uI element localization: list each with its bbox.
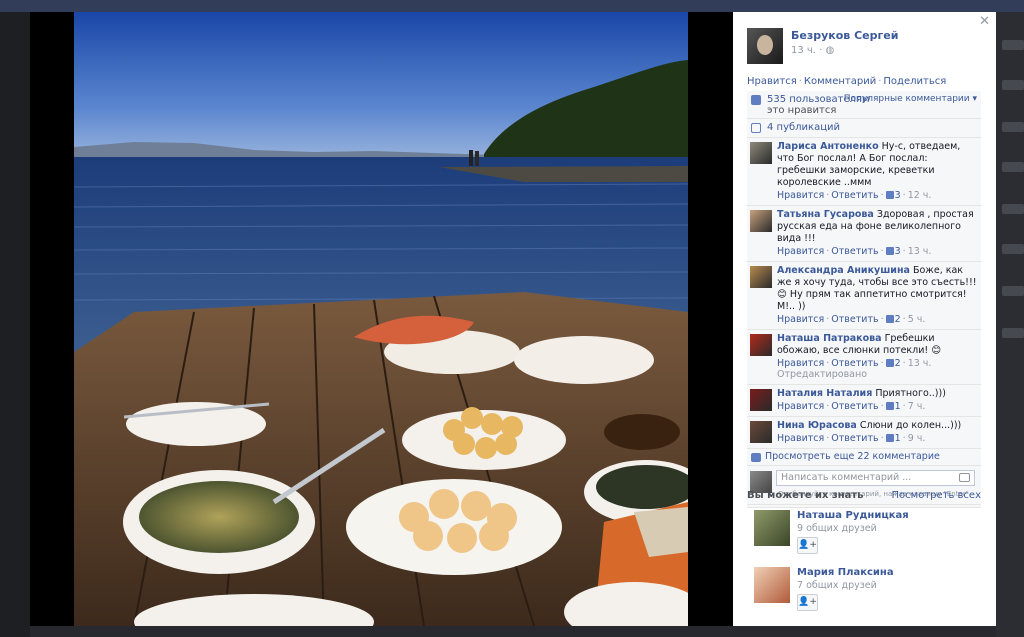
comment-button[interactable]: Комментарий bbox=[804, 76, 876, 87]
likes-suffix: это нравится bbox=[767, 105, 837, 116]
add-friend-icon: 👤+ bbox=[798, 597, 817, 607]
pymk-name[interactable]: Мария Плаксина bbox=[797, 567, 894, 578]
like-count-icon bbox=[885, 315, 894, 323]
comment-edited[interactable]: Отредактировано bbox=[777, 369, 977, 380]
comment-like-count[interactable]: 1 bbox=[895, 401, 901, 412]
divider bbox=[747, 504, 981, 505]
comment-like-button[interactable]: Нравится bbox=[777, 358, 824, 369]
comment-text: Приятного..))) bbox=[875, 388, 946, 399]
comment-item: Лариса Антоненко Ну-с, отведаем, что Бог… bbox=[747, 138, 981, 206]
author-name[interactable]: Безруков Сергей bbox=[791, 29, 898, 42]
post-actions: Нравится · Комментарий · Поделиться bbox=[747, 76, 947, 87]
comment-time[interactable]: 12 ч. bbox=[908, 190, 932, 201]
comments-icon bbox=[751, 453, 761, 462]
dimmed-background-right bbox=[996, 12, 1024, 637]
comment-item: Татьяна Гусарова Здоровая , простая русс… bbox=[747, 206, 981, 262]
comment-text: Слюни до колен...))) bbox=[859, 420, 962, 431]
commenter-avatar[interactable] bbox=[750, 142, 772, 164]
like-count-icon bbox=[885, 191, 894, 199]
comment-time[interactable]: 13 ч. bbox=[908, 358, 932, 369]
photo-viewer[interactable] bbox=[30, 12, 733, 626]
comment-reply-button[interactable]: Ответить bbox=[831, 314, 878, 325]
top-bar-overlay bbox=[0, 0, 1024, 12]
dimmed-background-left bbox=[0, 12, 30, 637]
comment-like-button[interactable]: Нравится bbox=[777, 433, 824, 444]
view-more-link[interactable]: Просмотреть еще 22 комментарие bbox=[765, 451, 940, 462]
comment-like-count[interactable]: 3 bbox=[895, 246, 901, 257]
comment-item: Александра Аникушина Боже, как же я хочу… bbox=[747, 262, 981, 330]
pymk-mutual-friends[interactable]: 9 общих друзей bbox=[797, 523, 877, 534]
comment-like-count[interactable]: 2 bbox=[895, 314, 901, 325]
view-more-comments[interactable]: Просмотреть еще 22 комментарие bbox=[747, 449, 981, 466]
author-avatar[interactable] bbox=[747, 28, 783, 64]
comment-item: Нина Юрасова Слюни до колен...))) Нравитс… bbox=[747, 417, 981, 449]
pymk-title: Вы можете их знать bbox=[747, 490, 864, 501]
commenter-avatar[interactable] bbox=[750, 266, 772, 288]
comment-like-count[interactable]: 1 bbox=[895, 433, 901, 444]
pymk-avatar[interactable] bbox=[754, 567, 790, 603]
commenter-name[interactable]: Наталия Наталия bbox=[777, 388, 872, 399]
like-count-icon bbox=[885, 247, 894, 255]
comment-reply-button[interactable]: Ответить bbox=[831, 190, 878, 201]
comment-item: Наталия Наталия Приятного..))) Нравится · О… bbox=[747, 385, 981, 417]
shares-count[interactable]: 4 публикаций bbox=[767, 122, 840, 133]
comment-order-dropdown[interactable]: Популярные комментарии ▾ bbox=[844, 94, 977, 104]
commenter-avatar[interactable] bbox=[750, 334, 772, 356]
camera-icon[interactable] bbox=[959, 473, 970, 482]
post-photo[interactable] bbox=[74, 12, 688, 626]
add-friend-icon: 👤+ bbox=[798, 540, 817, 550]
share-icon bbox=[751, 123, 761, 133]
commenter-name[interactable]: Нина Юрасова bbox=[777, 420, 857, 431]
commenter-name[interactable]: Татьяна Гусарова bbox=[777, 209, 874, 220]
comment-time[interactable]: 13 ч. bbox=[908, 246, 932, 257]
comment-like-count[interactable]: 2 bbox=[895, 358, 901, 369]
comment-time[interactable]: 9 ч. bbox=[908, 433, 926, 444]
comment-like-button[interactable]: Нравится bbox=[777, 246, 824, 257]
comment-composer: Написать комментарий ... Опубликуйте ком… bbox=[747, 466, 981, 508]
commenter-avatar[interactable] bbox=[750, 389, 772, 411]
comment-like-count[interactable]: 3 bbox=[895, 190, 901, 201]
commenter-name[interactable]: Наташа Патракова bbox=[777, 333, 882, 344]
comment-like-button[interactable]: Нравится bbox=[777, 190, 824, 201]
photo-theater: ✕ Безруков Сергей 13 ч. · ◍ Нравится · Ком… bbox=[0, 0, 1024, 637]
pymk-avatar[interactable] bbox=[754, 510, 790, 546]
pymk-name[interactable]: Наташа Рудницкая bbox=[797, 510, 909, 521]
thumbs-up-icon bbox=[751, 95, 761, 105]
comment-reply-button[interactable]: Ответить bbox=[831, 401, 878, 412]
globe-icon: · ◍ bbox=[819, 45, 835, 56]
pymk-mutual-friends[interactable]: 7 общих друзей bbox=[797, 580, 877, 591]
add-friend-button[interactable]: 👤+ bbox=[797, 537, 818, 554]
add-friend-button[interactable]: 👤+ bbox=[797, 594, 818, 611]
post-author: Безруков Сергей 13 ч. · ◍ bbox=[747, 28, 898, 64]
comment-reply-button[interactable]: Ответить bbox=[831, 433, 878, 444]
like-count-icon bbox=[885, 434, 894, 442]
shares-summary: 4 публикаций bbox=[747, 119, 981, 138]
comment-input[interactable]: Написать комментарий ... bbox=[776, 470, 975, 486]
like-count-icon bbox=[885, 359, 894, 367]
pymk-header: Вы можете их знать Посмотреть всех bbox=[747, 490, 981, 501]
likes-summary: 535 пользователям это нравится Популярные… bbox=[747, 91, 981, 119]
commenter-name[interactable]: Александра Аникушина bbox=[777, 265, 910, 276]
comment-item: Наташа Патракова Гребешки обожаю, все сл… bbox=[747, 330, 981, 385]
comment-like-button[interactable]: Нравится bbox=[777, 401, 824, 412]
like-count-icon bbox=[885, 402, 894, 410]
like-button[interactable]: Нравится bbox=[747, 76, 797, 87]
feedback-box: 535 пользователям это нравится Популярные… bbox=[747, 91, 981, 508]
comment-like-button[interactable]: Нравится bbox=[777, 314, 824, 325]
close-icon[interactable]: ✕ bbox=[979, 14, 990, 29]
post-time[interactable]: 13 ч. bbox=[791, 45, 816, 56]
commenter-name[interactable]: Лариса Антоненко bbox=[777, 141, 879, 152]
comment-time[interactable]: 7 ч. bbox=[908, 401, 926, 412]
comment-reply-button[interactable]: Ответить bbox=[831, 358, 878, 369]
comment-placeholder: Написать комментарий ... bbox=[781, 472, 912, 483]
comment-time[interactable]: 5 ч. bbox=[908, 314, 926, 325]
comment-list: Лариса Антоненко Ну-с, отведаем, что Бог… bbox=[747, 138, 981, 449]
share-button[interactable]: Поделиться bbox=[883, 76, 946, 87]
post-sidebar: ✕ Безруков Сергей 13 ч. · ◍ Нравится · Ком… bbox=[733, 12, 996, 626]
pymk-see-all[interactable]: Посмотреть всех bbox=[892, 490, 981, 501]
commenter-avatar[interactable] bbox=[750, 421, 772, 443]
comment-reply-button[interactable]: Ответить bbox=[831, 246, 878, 257]
commenter-avatar[interactable] bbox=[750, 210, 772, 232]
